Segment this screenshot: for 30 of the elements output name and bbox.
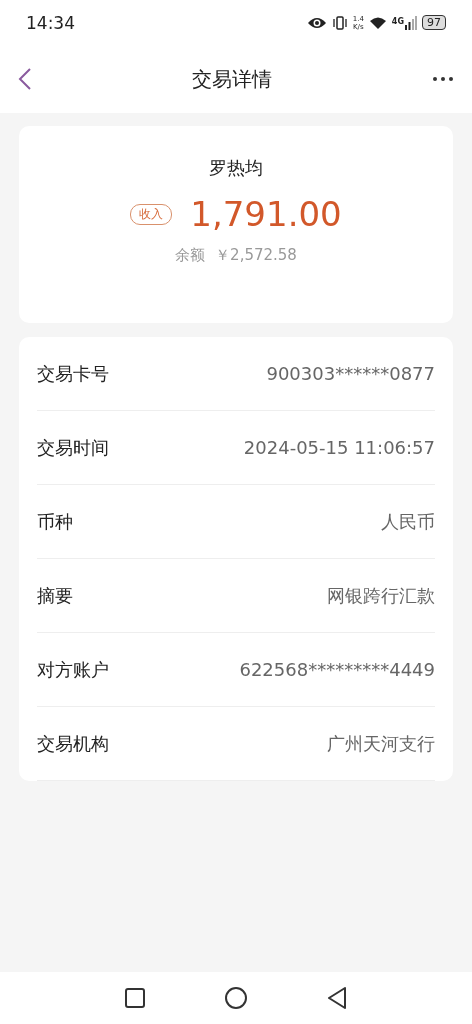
more-icon[interactable] [432, 76, 454, 82]
amount: 1,791.00 [190, 194, 342, 234]
battery-level: 97 [422, 15, 446, 30]
network-type: 4G [391, 16, 404, 26]
detail-label: 对方账户 [37, 657, 109, 682]
home-icon[interactable] [225, 987, 247, 1009]
detail-value: 900303******0877 [266, 363, 435, 384]
wifi-icon [368, 15, 387, 30]
detail-label: 币种 [37, 509, 73, 534]
detail-label: 交易机构 [37, 731, 109, 756]
detail-value: 2024-05-15 11:06:57 [243, 437, 435, 458]
detail-value: 人民币 [381, 509, 435, 534]
page-title: 交易详情 [192, 65, 272, 93]
back-nav-icon[interactable] [327, 987, 347, 1009]
balance-value: ￥2,572.58 [215, 246, 297, 265]
detail-label: 摘要 [37, 583, 73, 608]
detail-value: 广州天河支行 [327, 731, 435, 756]
back-icon[interactable] [18, 67, 32, 91]
detail-label: 交易卡号 [37, 361, 109, 386]
balance-label: 余额 [175, 246, 206, 265]
detail-label: 交易时间 [37, 435, 109, 460]
vibrate-icon [331, 15, 348, 30]
payer-name: 罗热均 [209, 156, 263, 180]
detail-value: 622568*********4449 [239, 659, 435, 680]
status-time: 14:34 [26, 12, 75, 33]
detail-value: 网银跨行汇款 [327, 583, 435, 608]
eye-icon [306, 15, 327, 30]
signal-icon [405, 15, 417, 30]
income-tag: 收入 [130, 203, 173, 225]
recents-icon[interactable] [125, 988, 145, 1008]
